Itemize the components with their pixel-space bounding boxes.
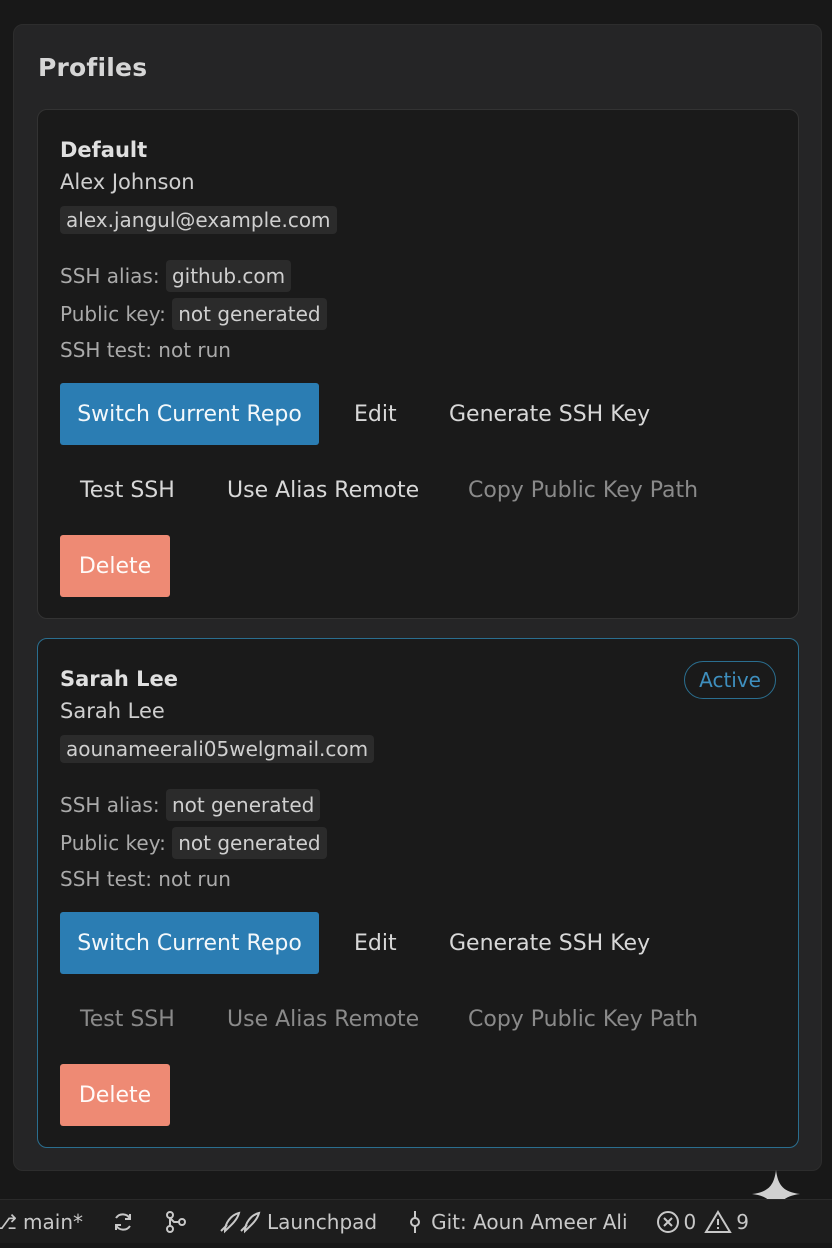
copy-public-key-path-button[interactable]: Copy Public Key Path (468, 988, 698, 1050)
status-bar: ⎇ main* Launchpad Git: Aoun Ameer Ali 0 … (0, 1199, 832, 1243)
profile-name: Default (60, 138, 148, 162)
git-compare-icon (166, 1210, 187, 1233)
profile-card-sarah-lee: Active Sarah Lee Sarah Lee aounameerali0… (37, 638, 799, 1148)
error-count: 0 (683, 1209, 697, 1234)
public-key-label: Public key: (60, 831, 166, 855)
ssh-alias-row: SSH alias: github.com (60, 260, 292, 292)
delete-button[interactable]: Delete (60, 1064, 170, 1126)
public-key-row: Public key: not generated (60, 827, 327, 859)
active-badge: Active (684, 661, 776, 699)
public-key-label: Public key: (60, 302, 166, 326)
profile-email: aounameerali05welgmail.com (60, 735, 375, 763)
switch-current-repo-button[interactable]: Switch Current Repo (60, 912, 319, 974)
use-alias-remote-button[interactable]: Use Alias Remote (227, 459, 419, 521)
profile-user: Sarah Lee (60, 699, 165, 723)
profile-user: Alex Johnson (60, 170, 195, 194)
rocket-icon (220, 1211, 261, 1233)
git-user-label: Git: Aoun Ameer Ali (431, 1209, 628, 1234)
ssh-alias-label: SSH alias: (60, 264, 160, 288)
panel-title: Profiles (38, 53, 148, 82)
source-control-button[interactable] (163, 1209, 189, 1235)
generate-ssh-key-button[interactable]: Generate SSH Key (449, 912, 650, 974)
ssh-alias-row: SSH alias: not generated (60, 789, 321, 821)
edit-button[interactable]: Edit (354, 383, 397, 445)
branch-status[interactable]: ⎇ main* (0, 1210, 83, 1234)
public-key-value: not generated (172, 827, 327, 859)
public-key-row: Public key: not generated (60, 298, 327, 330)
email-chip: aounameerali05welgmail.com (60, 735, 375, 763)
git-user-status[interactable]: Git: Aoun Ameer Ali (405, 1209, 628, 1235)
profiles-panel: Profiles Default Alex Johnson alex.jangu… (13, 24, 822, 1171)
email-chip: alex.jangul@example.com (60, 206, 337, 234)
delete-button[interactable]: Delete (60, 535, 170, 597)
use-alias-remote-button[interactable]: Use Alias Remote (227, 988, 419, 1050)
error-icon (656, 1210, 679, 1233)
ssh-alias-value: github.com (165, 260, 292, 292)
test-ssh-button[interactable]: Test SSH (80, 988, 175, 1050)
ssh-test-status: SSH test: not run (60, 338, 231, 362)
profile-email: alex.jangul@example.com (60, 206, 337, 234)
ssh-alias-value: not generated (165, 789, 321, 821)
sync-icon (115, 1212, 132, 1231)
copy-public-key-path-button[interactable]: Copy Public Key Path (468, 459, 698, 521)
sync-button[interactable] (111, 1210, 135, 1234)
git-commit-icon (410, 1210, 421, 1233)
problems-status[interactable]: 0 9 (656, 1210, 749, 1234)
ssh-test-status: SSH test: not run (60, 867, 231, 891)
public-key-value: not generated (172, 298, 327, 330)
launchpad-button[interactable]: Launchpad (217, 1209, 377, 1235)
profile-card-default: Default Alex Johnson alex.jangul@example… (37, 109, 799, 619)
warning-icon (704, 1209, 733, 1233)
git-branch-icon: ⎇ (0, 1209, 18, 1234)
switch-current-repo-button[interactable]: Switch Current Repo (60, 383, 319, 445)
warning-count: 9 (736, 1209, 749, 1234)
profile-name: Sarah Lee (60, 667, 178, 691)
edit-button[interactable]: Edit (354, 912, 397, 974)
generate-ssh-key-button[interactable]: Generate SSH Key (449, 383, 650, 445)
launchpad-label: Launchpad (267, 1209, 378, 1234)
test-ssh-button[interactable]: Test SSH (80, 459, 175, 521)
branch-name: main* (23, 1209, 84, 1234)
ssh-alias-label: SSH alias: (60, 793, 160, 817)
